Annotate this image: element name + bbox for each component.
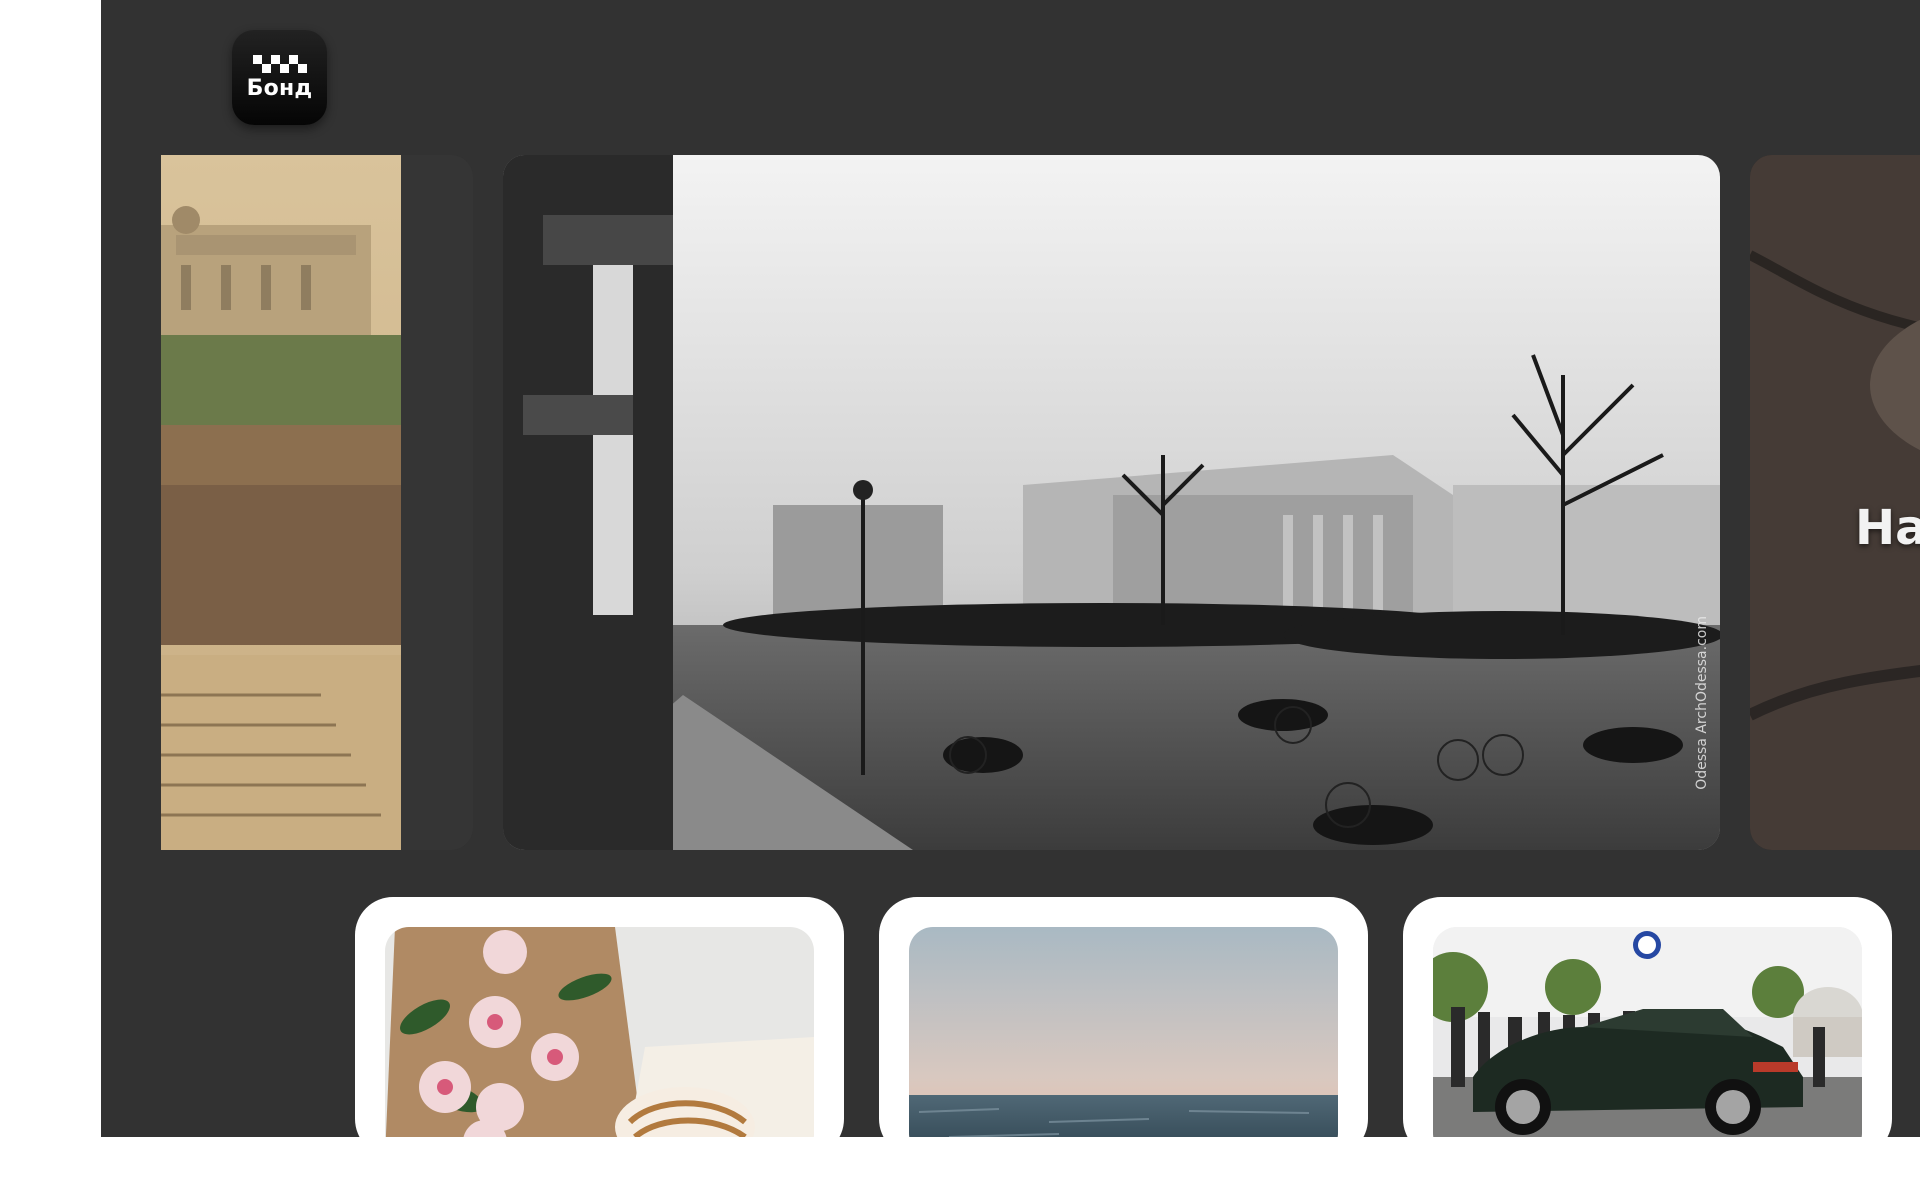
slide-caption: Наши [1855, 500, 1920, 556]
slide-current[interactable]: Odessa ArchOdessa.com [503, 155, 1720, 850]
sea-sunset-photo [909, 927, 1338, 1137]
taxi-checker-icon [252, 55, 307, 73]
card-2-image [909, 927, 1338, 1137]
card-1[interactable] [355, 897, 844, 1137]
card-1-image [385, 927, 814, 1137]
brand-name: Бонд [246, 76, 313, 101]
slide-previous[interactable] [161, 155, 473, 850]
card-3-image [1433, 927, 1862, 1137]
odessa-historic-street-photo [503, 155, 1720, 850]
card-2[interactable] [879, 897, 1368, 1137]
app-container: Бонд Odessa ArchOdessa.com На [101, 0, 1920, 1137]
slide-next[interactable]: Наши [1750, 155, 1920, 850]
photo-watermark: Odessa ArchOdessa.com [1694, 616, 1710, 790]
black-sports-car-photo [1433, 927, 1862, 1137]
flowers-and-donut-photo [385, 927, 814, 1137]
brand-logo[interactable]: Бонд [232, 30, 327, 125]
odessa-potemkin-stairs-photo [161, 155, 473, 850]
card-3[interactable] [1403, 897, 1892, 1137]
